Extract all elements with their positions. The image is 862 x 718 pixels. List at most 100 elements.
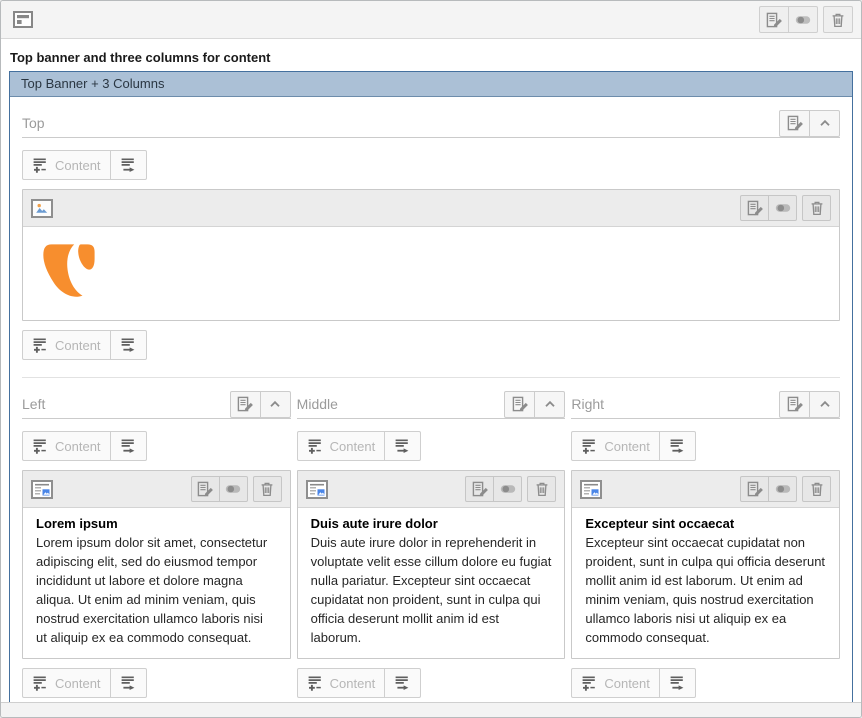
- edit-icon: [787, 396, 803, 412]
- edit-icon: [512, 396, 528, 412]
- collapse-column-button[interactable]: [260, 391, 291, 418]
- paste-content-icon: [394, 675, 411, 692]
- column-title: Top: [22, 115, 45, 131]
- paste-content-button[interactable]: [659, 431, 696, 461]
- edit-icon: [747, 481, 763, 497]
- new-content-button[interactable]: Content: [297, 668, 386, 698]
- chevron-up-icon: [267, 396, 283, 412]
- visibility-toggle-icon: [500, 481, 516, 497]
- new-content-button[interactable]: Content: [22, 330, 111, 360]
- visibility-element-button[interactable]: [493, 476, 522, 502]
- paste-content-button[interactable]: [384, 431, 421, 461]
- content-element-header[interactable]: [23, 471, 290, 507]
- visibility-toggle-icon: [795, 12, 811, 28]
- visibility-element-button[interactable]: [219, 476, 248, 502]
- column-middle-header: Middle: [297, 390, 566, 419]
- new-content-label: Content: [55, 676, 101, 691]
- add-content-icon: [32, 157, 49, 174]
- new-content-label: Content: [55, 158, 101, 173]
- delete-element-button[interactable]: [802, 476, 831, 502]
- edit-element-button[interactable]: [465, 476, 494, 502]
- column-top: Top Content: [22, 109, 840, 378]
- delete-element-button[interactable]: [253, 476, 282, 502]
- delete-element-button[interactable]: [527, 476, 556, 502]
- record-toolbar: [1, 1, 861, 39]
- new-content-button[interactable]: Content: [22, 150, 111, 180]
- content-element-text-body: Lorem ipsum dolor sit amet, consectetur …: [36, 533, 277, 647]
- edit-column-button[interactable]: [504, 391, 535, 418]
- edit-record-button[interactable]: [759, 6, 789, 33]
- layout-description-title: Top banner and three columns for content: [10, 50, 853, 65]
- content-element-header[interactable]: [23, 190, 839, 226]
- column-left: Left: [22, 390, 291, 702]
- new-content-button[interactable]: Content: [22, 668, 111, 698]
- visibility-toggle-icon: [225, 481, 241, 497]
- typo3-page-module-window: Top banner and three columns for content…: [0, 0, 862, 718]
- add-content-icon: [32, 675, 49, 692]
- visibility-element-button[interactable]: [768, 476, 797, 502]
- edit-icon: [237, 396, 253, 412]
- edit-element-button[interactable]: [740, 476, 769, 502]
- content-element-text-body: Duis aute irure dolor in reprehenderit i…: [311, 533, 552, 647]
- new-content-button[interactable]: Content: [571, 668, 660, 698]
- paste-content-button[interactable]: [110, 330, 147, 360]
- paste-content-icon: [120, 438, 137, 455]
- new-content-label: Content: [55, 338, 101, 353]
- new-content-button[interactable]: Content: [571, 431, 660, 461]
- collapse-column-button[interactable]: [534, 391, 565, 418]
- grid-title: Top Banner + 3 Columns: [21, 76, 164, 91]
- paste-content-button[interactable]: [110, 150, 147, 180]
- new-content-button[interactable]: Content: [297, 431, 386, 461]
- content-element-title: Duis aute irure dolor: [311, 516, 552, 531]
- grid-header: Top Banner + 3 Columns: [10, 72, 852, 97]
- paste-content-icon: [669, 675, 686, 692]
- trash-icon: [259, 481, 275, 497]
- visibility-toggle-button[interactable]: [788, 6, 818, 33]
- new-content-label: Content: [604, 676, 650, 691]
- image-content-icon: [31, 199, 53, 218]
- new-content-label: Content: [330, 676, 376, 691]
- delete-element-button[interactable]: [802, 195, 831, 221]
- content-element-header[interactable]: [298, 471, 565, 507]
- visibility-toggle-icon: [775, 200, 791, 216]
- content-element-header[interactable]: [572, 471, 839, 507]
- edit-column-button[interactable]: [779, 110, 810, 137]
- collapse-column-button[interactable]: [809, 110, 840, 137]
- content-element-body: [23, 226, 839, 320]
- paste-content-icon: [120, 675, 137, 692]
- paste-content-icon: [120, 157, 137, 174]
- collapse-column-button[interactable]: [809, 391, 840, 418]
- paste-content-button[interactable]: [110, 431, 147, 461]
- visibility-toggle-icon: [775, 481, 791, 497]
- column-middle: Middle: [297, 390, 566, 702]
- column-right: Right: [571, 390, 840, 702]
- column-left-header: Left: [22, 390, 291, 419]
- backend-layout-grid: Top Banner + 3 Columns Top: [9, 71, 853, 702]
- edit-column-button[interactable]: [230, 391, 261, 418]
- edit-icon: [747, 200, 763, 216]
- content-element-text: Duis aute irure dolor Duis aute irure do…: [297, 470, 566, 659]
- column-title: Middle: [297, 396, 338, 412]
- edit-icon: [472, 481, 488, 497]
- add-content-icon: [32, 337, 49, 354]
- add-content-icon: [307, 438, 324, 455]
- chevron-up-icon: [817, 396, 833, 412]
- footer-bar: [1, 702, 861, 717]
- paste-content-button[interactable]: [384, 668, 421, 698]
- edit-element-button[interactable]: [740, 195, 769, 221]
- paste-content-button[interactable]: [110, 668, 147, 698]
- delete-record-button[interactable]: [823, 6, 853, 33]
- page-layout-icon[interactable]: [13, 11, 33, 28]
- content-element-text: Lorem ipsum Lorem ipsum dolor sit amet, …: [22, 470, 291, 659]
- chevron-up-icon: [542, 396, 558, 412]
- new-content-button[interactable]: Content: [22, 431, 111, 461]
- edit-element-button[interactable]: [191, 476, 220, 502]
- content-element-body: Duis aute irure dolor Duis aute irure do…: [298, 507, 565, 658]
- content-element-body: Excepteur sint occaecat Excepteur sint o…: [572, 507, 839, 658]
- new-content-label: Content: [604, 439, 650, 454]
- edit-column-button[interactable]: [779, 391, 810, 418]
- content-element-title: Excepteur sint occaecat: [585, 516, 826, 531]
- visibility-element-button[interactable]: [768, 195, 797, 221]
- chevron-up-icon: [817, 115, 833, 131]
- paste-content-button[interactable]: [659, 668, 696, 698]
